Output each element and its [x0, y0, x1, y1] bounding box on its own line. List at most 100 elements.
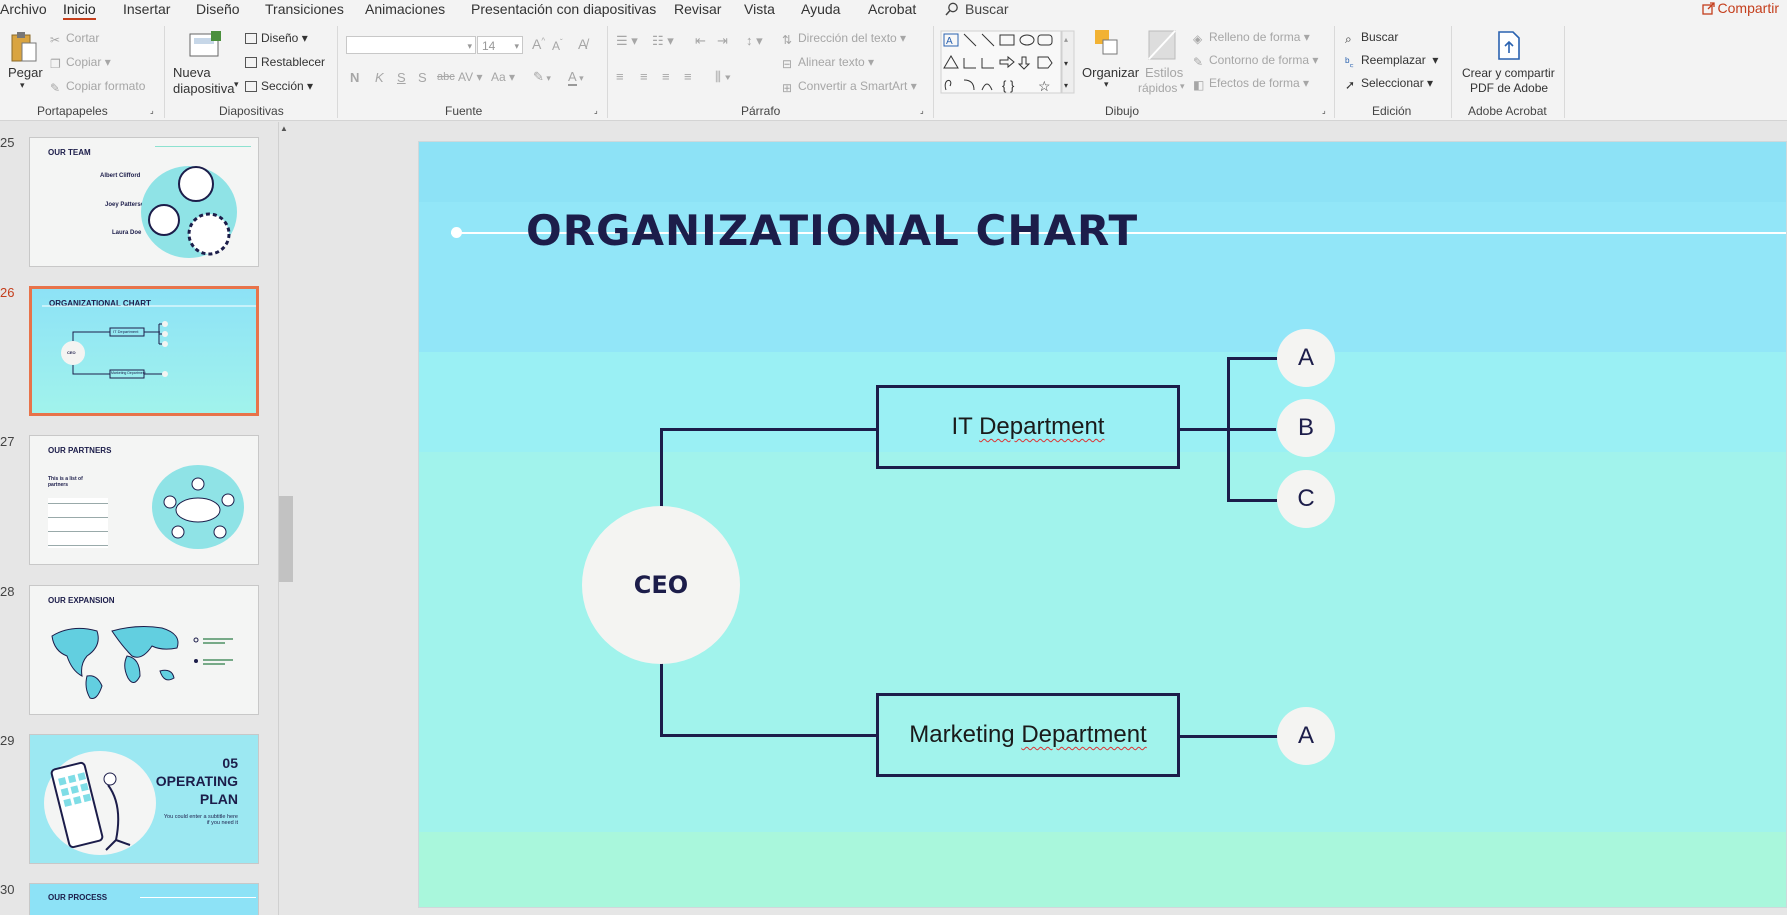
bullets-icon[interactable]: ☰ ▾ — [616, 33, 638, 49]
text-direction-button[interactable]: ⇅ Dirección del texto ▾ — [782, 31, 906, 47]
paste-button[interactable]: Pegar — [8, 65, 43, 80]
marketing-department-box[interactable]: Marketing Department — [876, 693, 1180, 777]
tab-transiciones[interactable]: Transiciones — [265, 1, 344, 17]
find-button[interactable]: ⌕ Buscar — [1345, 30, 1398, 46]
clear-format-icon[interactable]: A̸ — [578, 36, 587, 52]
quick-styles-label-1[interactable]: Estilos — [1145, 65, 1183, 80]
menu-bar: Archivo Inicio Insertar Diseño Transicio… — [0, 0, 1787, 21]
tab-presentacion[interactable]: Presentación con diapositivas — [471, 1, 656, 17]
slide-thumbnail-25[interactable]: OUR TEAM Albert Clifford Joey Patterson … — [29, 137, 259, 267]
font-name-combo[interactable]: ▾ — [346, 36, 476, 54]
slide-thumbnail-29[interactable]: 05 OPERATING PLAN You could enter a subt… — [29, 734, 259, 864]
bold-button[interactable]: N — [350, 70, 359, 85]
create-pdf-label-2[interactable]: PDF de Adobe — [1470, 81, 1548, 95]
quick-styles-label-2[interactable]: rápidos — [1138, 81, 1177, 95]
new-slide-icon[interactable] — [189, 30, 223, 58]
numbering-icon[interactable]: ☷ ▾ — [652, 33, 674, 49]
shapes-gallery[interactable]: A { } ☆ ▴ ▾ ▾ — [940, 30, 1078, 96]
new-slide-dropdown-icon[interactable]: ▾ — [234, 79, 239, 90]
smartart-button[interactable]: ⊞ Convertir a SmartArt ▾ — [782, 79, 917, 95]
it-sub-node-b[interactable]: B — [1277, 399, 1335, 457]
org-chart-mini — [42, 305, 256, 379]
arrange-dropdown-icon[interactable]: ▾ — [1104, 79, 1109, 90]
layout-button[interactable]: Diseño ▾ — [245, 31, 308, 45]
char-spacing-button[interactable]: AV ▾ — [458, 70, 482, 84]
search-box[interactable]: Buscar — [945, 1, 1009, 17]
underline-button[interactable]: S — [397, 70, 406, 85]
slide-thumbnail-28[interactable]: OUR EXPANSION — [29, 585, 259, 715]
thumb-line — [140, 897, 256, 898]
shape-fill-button[interactable]: ◈ Relleno de forma ▾ — [1193, 30, 1310, 46]
it-department-box[interactable]: IT Department — [876, 385, 1180, 469]
share-button[interactable]: Compartir — [1701, 0, 1779, 16]
format-painter-button[interactable]: ✎ Copiar formato — [50, 79, 145, 95]
copy-icon: ❐ — [50, 57, 61, 71]
shrink-font-button[interactable]: Aˇ — [552, 38, 563, 53]
tab-revisar[interactable]: Revisar — [674, 1, 721, 17]
create-pdf-label-1[interactable]: Crear y compartir — [1462, 66, 1555, 80]
replace-button[interactable]: ᵇ꜀ Reemplazar ▾ — [1345, 53, 1438, 69]
slide-thumbnail-27[interactable]: OUR PARTNERS This is a list of partners — [29, 435, 259, 565]
reset-label: Restablecer — [261, 55, 326, 69]
section-button[interactable]: Sección ▾ — [245, 79, 313, 93]
ceo-node[interactable]: CEO — [582, 506, 740, 664]
increase-indent-icon[interactable]: ⇥ — [717, 33, 728, 49]
new-slide-label-1[interactable]: Nueva — [173, 65, 211, 80]
scrollbar-thumb[interactable] — [279, 496, 293, 582]
thumb-bullets — [48, 498, 108, 548]
it-sub-node-c[interactable]: C — [1277, 470, 1335, 528]
adobe-pdf-icon[interactable] — [1496, 31, 1522, 61]
copy-button[interactable]: ❐ Copiar ▾ — [50, 55, 111, 71]
connector-line — [1178, 735, 1278, 738]
cut-button[interactable]: ✂ Cortar — [50, 31, 99, 47]
slide-canvas[interactable]: ORGANIZATIONAL CHART CEO IT Department M… — [418, 141, 1787, 908]
paragraph-launcher-icon[interactable]: ⌟ — [920, 106, 924, 115]
grow-font-button[interactable]: A^ — [532, 36, 545, 52]
columns-icon[interactable]: ⫼ ▾ — [715, 69, 731, 85]
align-left-icon[interactable]: ≡ — [616, 69, 624, 84]
arrange-button[interactable]: Organizar — [1082, 65, 1139, 80]
tab-diseno[interactable]: Diseño — [196, 1, 240, 17]
strikethrough-button[interactable]: abc — [437, 71, 455, 83]
tab-acrobat[interactable]: Acrobat — [868, 1, 916, 17]
highlight-button[interactable]: ✎ ▾ — [533, 69, 551, 85]
it-sub-node-a[interactable]: A — [1277, 329, 1335, 387]
scroll-up-icon[interactable]: ▲ — [280, 124, 288, 133]
grow-font-caret-icon: ^ — [541, 36, 546, 46]
slide-title[interactable]: ORGANIZATIONAL CHART — [526, 206, 1138, 255]
marketing-sub-node-a[interactable]: A — [1277, 707, 1335, 765]
clipboard-launcher-icon[interactable]: ⌟ — [150, 106, 154, 115]
shape-outline-button[interactable]: ✎ Contorno de forma ▾ — [1193, 53, 1318, 69]
drawing-launcher-icon[interactable]: ⌟ — [1322, 106, 1326, 115]
quick-styles-dropdown-icon[interactable]: ▾ — [1180, 81, 1185, 92]
it-department-label: IT Department — [951, 413, 1105, 440]
line-spacing-icon[interactable]: ↕ ▾ — [746, 33, 763, 49]
italic-button[interactable]: K — [375, 70, 384, 85]
font-color-button[interactable]: A ▾ — [568, 69, 584, 86]
tab-inicio[interactable]: Inicio — [63, 1, 96, 21]
decrease-indent-icon[interactable]: ⇤ — [695, 33, 706, 49]
reset-button[interactable]: Restablecer — [245, 55, 325, 69]
change-case-button[interactable]: Aa ▾ — [491, 70, 515, 84]
tab-insertar[interactable]: Insertar — [123, 1, 170, 17]
slide-thumbnail-26[interactable]: ORGANIZATIONAL CHART CEO IT Department M… — [29, 286, 259, 416]
tab-ayuda[interactable]: Ayuda — [801, 1, 840, 17]
slide-thumbnail-30[interactable]: OUR PROCESS — [29, 883, 259, 915]
paste-icon[interactable] — [10, 30, 38, 64]
quick-styles-icon[interactable] — [1148, 30, 1176, 60]
font-launcher-icon[interactable]: ⌟ — [594, 106, 598, 115]
shape-effects-button[interactable]: ◧ Efectos de forma ▾ — [1193, 76, 1309, 92]
new-slide-label-2[interactable]: diapositiva — [173, 81, 234, 96]
shadow-button[interactable]: S — [418, 70, 427, 85]
align-center-icon[interactable]: ≡ — [640, 69, 648, 84]
align-right-icon[interactable]: ≡ — [662, 69, 670, 84]
arrange-icon[interactable] — [1093, 28, 1123, 60]
justify-icon[interactable]: ≡ — [684, 69, 692, 84]
tab-vista[interactable]: Vista — [744, 1, 775, 17]
align-text-button[interactable]: ⊟ Alinear texto ▾ — [782, 55, 874, 71]
paste-dropdown-icon[interactable]: ▾ — [20, 80, 25, 91]
tab-animaciones[interactable]: Animaciones — [365, 1, 445, 17]
font-size-combo[interactable]: 14 ▾ — [477, 36, 523, 54]
select-button[interactable]: ➚ Seleccionar ▾ — [1345, 76, 1433, 92]
tab-archivo[interactable]: Archivo — [0, 1, 47, 17]
